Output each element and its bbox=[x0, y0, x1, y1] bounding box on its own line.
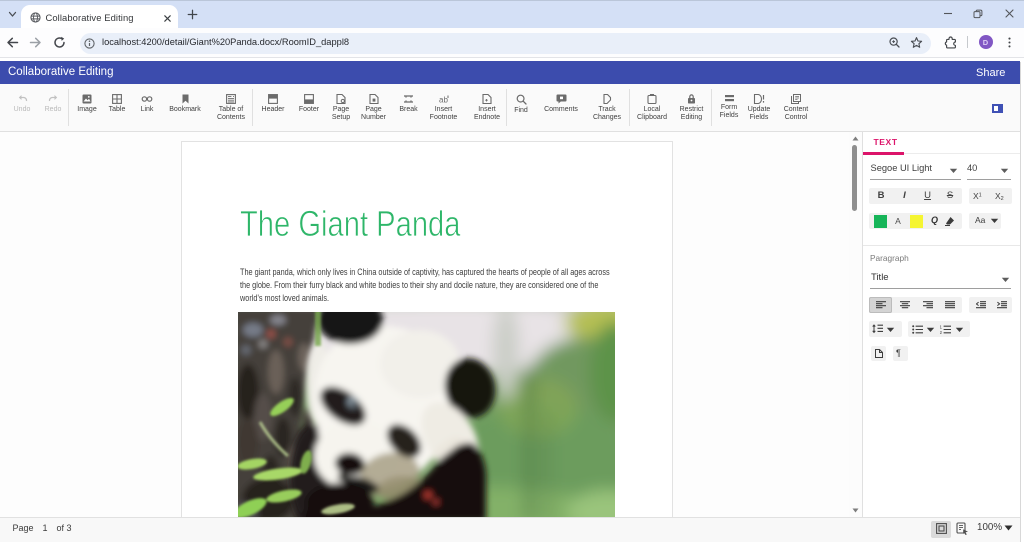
svg-text:2: 2 bbox=[940, 330, 943, 334]
svg-text:1: 1 bbox=[940, 325, 943, 330]
svg-text:ab: ab bbox=[439, 96, 448, 105]
